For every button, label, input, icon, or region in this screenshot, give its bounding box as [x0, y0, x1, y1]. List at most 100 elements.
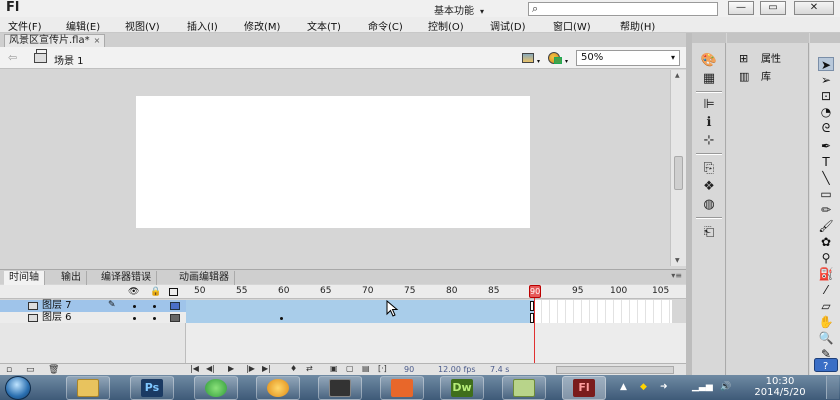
- zoom-tool-icon[interactable]: 🔍: [818, 331, 834, 345]
- arrow-icon[interactable]: ➜: [660, 382, 668, 392]
- taskbar-qq[interactable]: [256, 376, 300, 400]
- taskbar-browser[interactable]: [194, 376, 238, 400]
- brush-tool-icon[interactable]: 🖌: [818, 219, 834, 233]
- text-tool-icon[interactable]: T: [818, 155, 834, 169]
- scroll-up-icon[interactable]: ▲: [675, 72, 680, 79]
- network-icon[interactable]: ▁▃▅: [692, 382, 713, 392]
- menu-control[interactable]: 控制(O): [428, 18, 464, 33]
- layer-color-swatch[interactable]: [170, 314, 180, 322]
- visibility-dot[interactable]: [133, 317, 136, 320]
- loop-icon[interactable]: ⇄: [306, 364, 313, 373]
- visibility-dot[interactable]: [133, 305, 136, 308]
- scene-label[interactable]: 场景 1: [54, 52, 84, 67]
- properties-panel-button[interactable]: ⊞ 属性: [739, 51, 781, 67]
- new-layer-icon[interactable]: ▫: [6, 365, 12, 375]
- dock-header[interactable]: [727, 33, 809, 43]
- tab-timeline[interactable]: 时间轴: [4, 271, 45, 285]
- line-tool-icon[interactable]: ╲: [818, 171, 834, 185]
- layer-label[interactable]: 图层 7: [42, 300, 72, 312]
- deco-tool-icon[interactable]: ✿: [818, 235, 834, 249]
- menu-debug[interactable]: 调试(D): [490, 18, 526, 33]
- eraser-tool-icon[interactable]: ▱: [818, 299, 834, 313]
- align-icon[interactable]: ⊫: [700, 97, 718, 113]
- edit-scene-button[interactable]: ▾: [548, 51, 568, 65]
- close-icon[interactable]: ×: [94, 36, 101, 45]
- motion-presets-icon[interactable]: ◍: [700, 197, 718, 213]
- taskbar-clock[interactable]: 10:30 2014/5/20: [748, 376, 812, 398]
- hand-tool-icon[interactable]: ✋: [818, 315, 834, 329]
- new-folder-icon[interactable]: ▭: [26, 365, 35, 375]
- last-frame-icon[interactable]: ▶|: [262, 364, 271, 373]
- scroll-down-icon[interactable]: ▼: [675, 257, 680, 264]
- menu-file[interactable]: 文件(F): [8, 18, 42, 33]
- menu-help[interactable]: 帮助(H): [620, 18, 655, 33]
- show-hidden-icons-icon[interactable]: ▲: [620, 382, 627, 392]
- tab-compiler-errors[interactable]: 编译器错误: [96, 271, 157, 285]
- taskbar-ppt[interactable]: [380, 376, 424, 400]
- paint-bucket-tool-icon[interactable]: ⛽: [818, 267, 834, 281]
- outline-icon[interactable]: [169, 288, 178, 296]
- bone-tool-icon[interactable]: ⚲: [818, 251, 834, 265]
- scene-panel-icon[interactable]: ⎗: [700, 225, 718, 241]
- horizontal-scrollbar[interactable]: [556, 366, 674, 374]
- center-frame-icon[interactable]: ♦: [290, 364, 297, 373]
- frame-span[interactable]: [186, 300, 534, 312]
- layer-name-cell[interactable]: 图层 7 ✎: [0, 300, 186, 312]
- swatches-icon[interactable]: ▦: [700, 71, 718, 87]
- selection-tool-icon[interactable]: ➤: [818, 57, 834, 72]
- taskbar-flash[interactable]: Fl: [562, 376, 606, 400]
- info-icon[interactable]: ℹ: [700, 115, 718, 131]
- library-panel-button[interactable]: ▥ 库: [739, 69, 771, 85]
- menu-text[interactable]: 文本(T): [307, 18, 341, 33]
- pen-tool-icon[interactable]: ✒: [818, 139, 834, 153]
- pasteboard[interactable]: [0, 70, 670, 266]
- menu-window[interactable]: 窗口(W): [553, 18, 591, 33]
- menu-view[interactable]: 视图(V): [125, 18, 160, 33]
- start-button[interactable]: [5, 376, 31, 400]
- taskbar-explorer[interactable]: [66, 376, 110, 400]
- empty-frames[interactable]: [534, 300, 672, 312]
- code-snippets-icon[interactable]: ⎘: [700, 161, 718, 177]
- stage-canvas[interactable]: [136, 96, 530, 228]
- dock-header[interactable]: [810, 33, 840, 43]
- help-icon[interactable]: ?: [814, 358, 838, 372]
- subselection-tool-icon[interactable]: ➢: [818, 73, 834, 87]
- minimize-button[interactable]: —: [728, 1, 754, 15]
- lock-dot[interactable]: [153, 317, 156, 320]
- transform-icon[interactable]: ⊹: [700, 133, 718, 149]
- show-desktop-button[interactable]: [826, 376, 839, 399]
- current-frame[interactable]: 90: [404, 365, 414, 374]
- keyframe-dot[interactable]: [280, 317, 283, 320]
- edit-symbols-button[interactable]: ▾: [522, 51, 540, 65]
- eyedropper-tool-icon[interactable]: ⁄: [818, 283, 834, 297]
- workspace-switcher[interactable]: 基本功能 ▾: [434, 2, 524, 17]
- back-arrow-icon[interactable]: ⇦: [8, 51, 17, 64]
- 3d-rotation-tool-icon[interactable]: ◔: [818, 105, 834, 119]
- taskbar-dreamweaver[interactable]: Dw: [440, 376, 484, 400]
- close-button[interactable]: ✕: [794, 1, 834, 15]
- rectangle-tool-icon[interactable]: ▭: [818, 187, 834, 201]
- step-back-icon[interactable]: ◀|: [206, 364, 215, 373]
- menu-modify[interactable]: 修改(M): [244, 18, 280, 33]
- menu-commands[interactable]: 命令(C): [368, 18, 403, 33]
- layer-row[interactable]: 图层 7 ✎: [0, 300, 686, 312]
- scrollbar-thumb[interactable]: [674, 156, 683, 190]
- document-tab[interactable]: 风景区宣传片.fla* ×: [4, 34, 106, 47]
- edit-multiple-icon[interactable]: ▤: [362, 364, 370, 373]
- volume-icon[interactable]: 🔊: [720, 382, 731, 392]
- layer-color-swatch[interactable]: [170, 302, 180, 310]
- menu-edit[interactable]: 编辑(E): [66, 18, 100, 33]
- taskbar-photoshop[interactable]: Ps: [130, 376, 174, 400]
- lock-dot[interactable]: [153, 305, 156, 308]
- tab-motion-editor[interactable]: 动画编辑器: [174, 271, 235, 285]
- lock-icon[interactable]: 🔒: [150, 287, 161, 297]
- modify-markers-icon[interactable]: [·]: [378, 364, 387, 373]
- tab-output[interactable]: 输出: [56, 271, 87, 285]
- onion-skin-icon[interactable]: ▣: [330, 364, 338, 373]
- onion-outline-icon[interactable]: ▢: [346, 364, 354, 373]
- menu-insert[interactable]: 插入(I): [187, 18, 218, 33]
- shield-icon[interactable]: ◆: [640, 382, 647, 392]
- step-forward-icon[interactable]: |▶: [246, 364, 255, 373]
- zoom-select[interactable]: 50% ▾: [576, 50, 680, 66]
- lasso-tool-icon[interactable]: ᘓ: [818, 121, 834, 135]
